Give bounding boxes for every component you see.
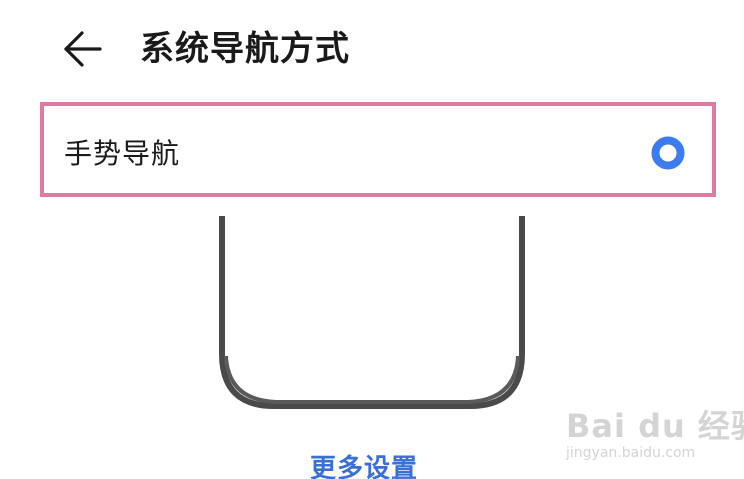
phone-gesture-preview <box>219 216 525 409</box>
more-settings-link[interactable]: 更多设置 <box>310 452 418 479</box>
gesture-navigation-option[interactable]: 手势导航 <box>40 102 716 197</box>
back-button[interactable] <box>58 26 106 72</box>
navigation-settings-page: 系统导航方式 手势导航 更多设置 Bai du 经验 jingyan.baidu… <box>0 0 744 479</box>
arrow-left-icon <box>64 31 102 67</box>
page-title: 系统导航方式 <box>140 29 350 69</box>
watermark-logo-text: Bai du 经验 <box>566 407 744 445</box>
header: 系统导航方式 <box>0 0 744 100</box>
radio-selected-icon[interactable] <box>651 136 685 170</box>
baidu-jingyan-watermark: Bai du 经验 jingyan.baidu.com <box>566 400 744 464</box>
watermark-url: jingyan.baidu.com <box>566 445 696 461</box>
option-label: 手势导航 <box>64 137 181 170</box>
